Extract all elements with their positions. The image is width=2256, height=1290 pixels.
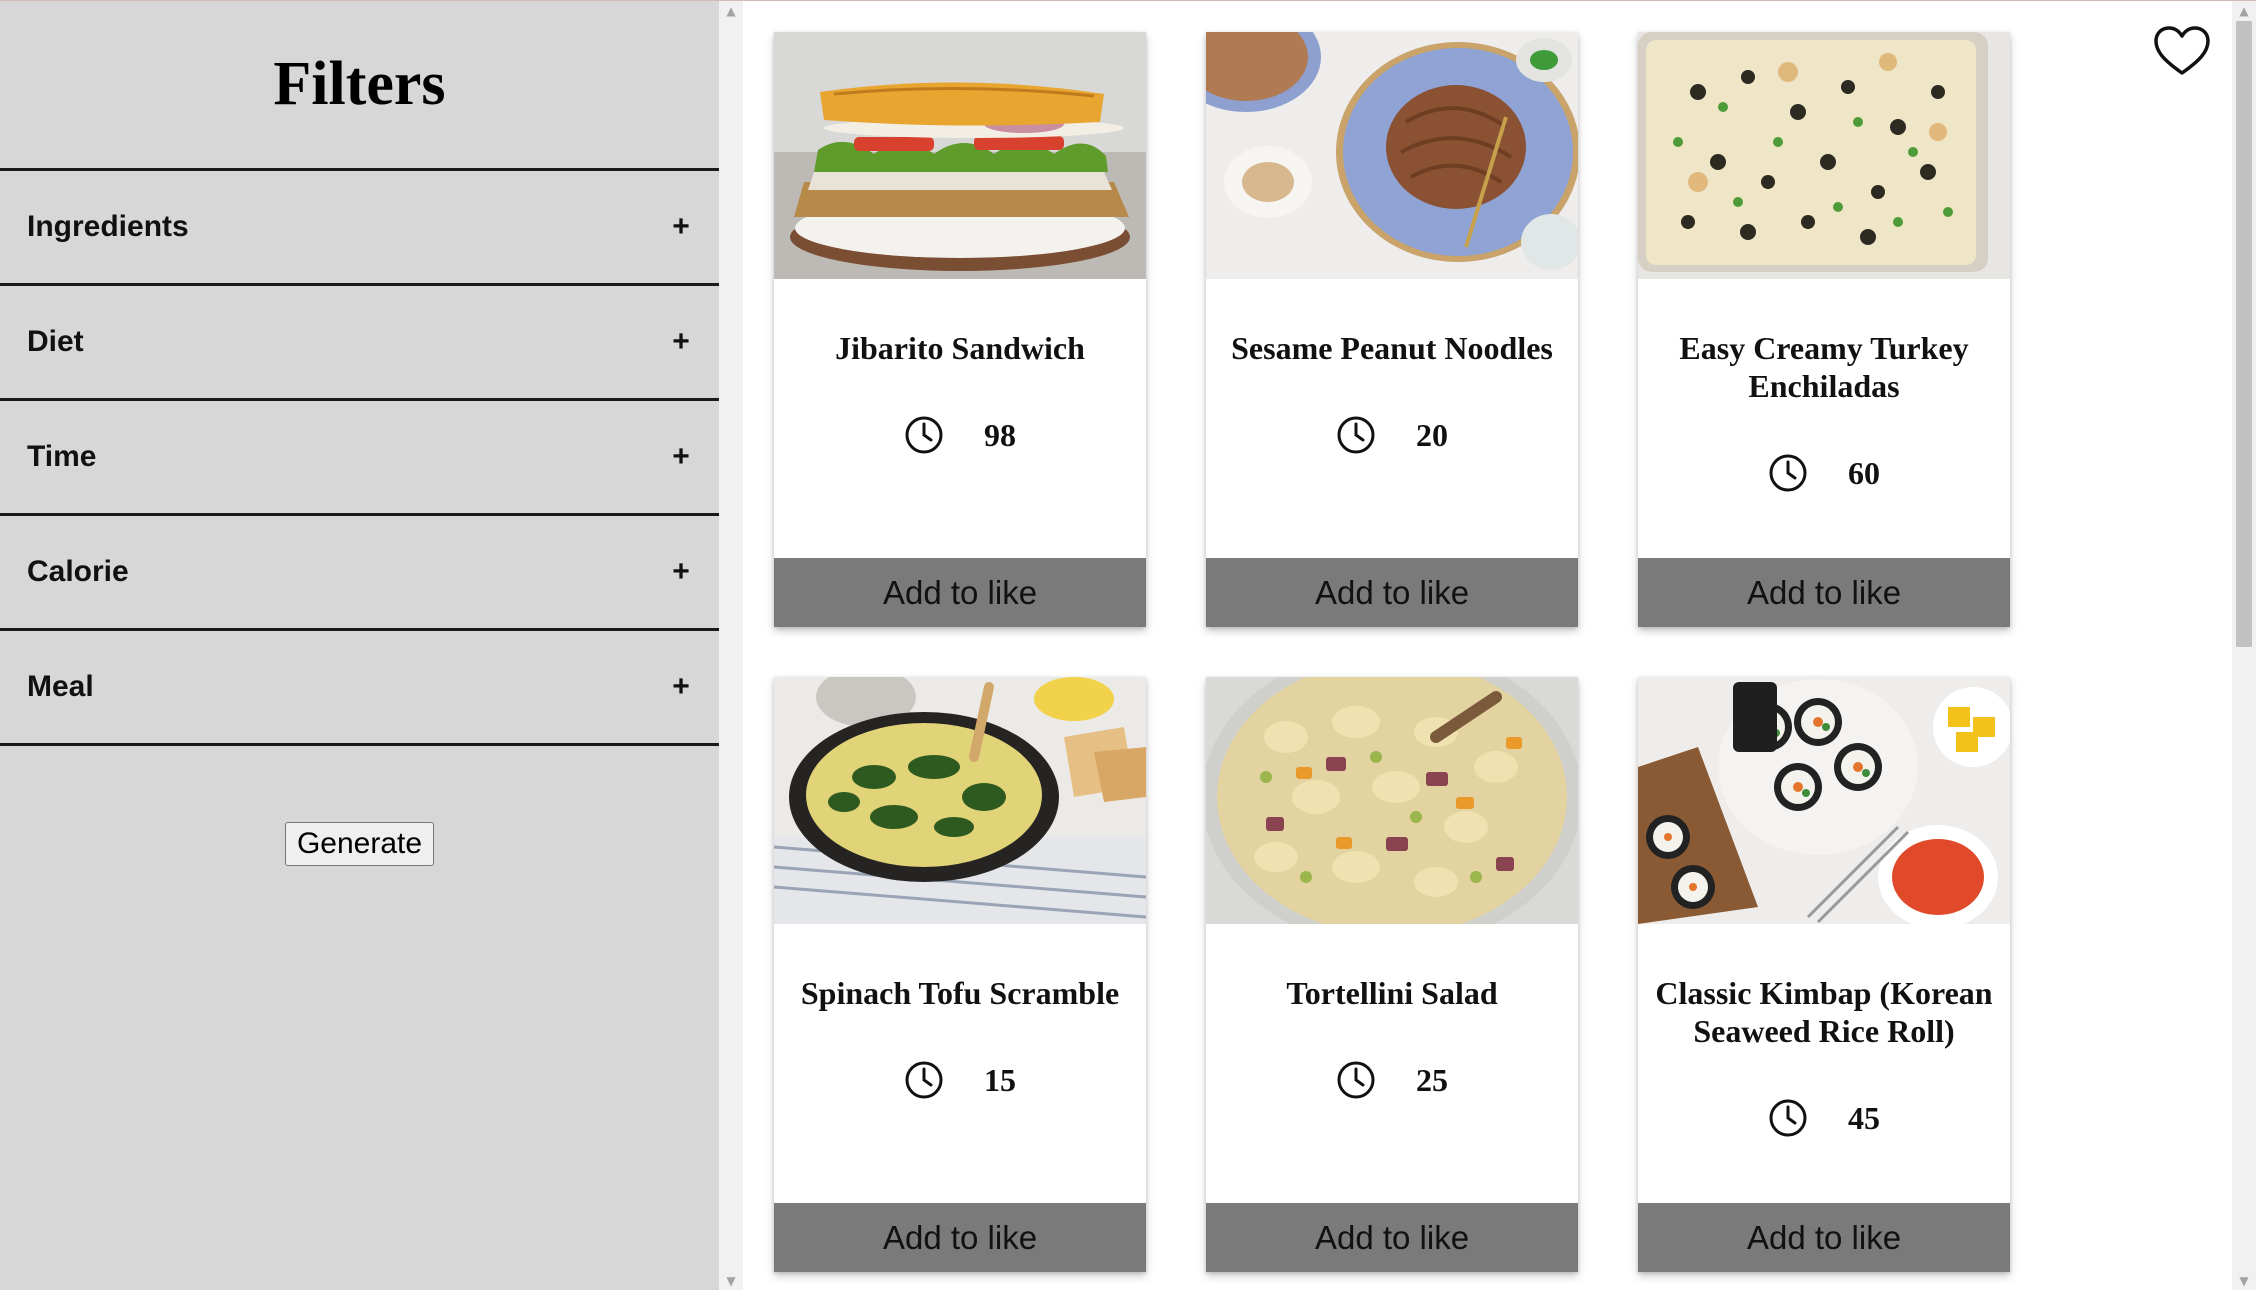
filter-label: Diet (27, 325, 84, 358)
recipe-image[interactable] (774, 677, 1146, 924)
filters-sidebar: Filters Ingredients + Diet + Time + Calo… (0, 1, 719, 1290)
recipe-card[interactable]: Tortellini Salad 25 Add to like (1206, 677, 1578, 1272)
time-value: 98 (984, 416, 1016, 453)
filter-calorie[interactable]: Calorie + (0, 516, 719, 631)
add-to-like-button[interactable]: Add to like (1206, 1203, 1578, 1272)
plus-icon[interactable]: + (669, 555, 693, 589)
recipe-image[interactable] (1638, 32, 2010, 279)
plus-icon[interactable]: + (669, 325, 693, 359)
filter-label: Time (27, 440, 97, 473)
recipe-time: 20 (1336, 415, 1448, 455)
sidebar-scrollbar[interactable]: ▲ ▼ (719, 1, 743, 1290)
recipe-image[interactable] (1206, 32, 1578, 279)
add-to-like-button[interactable]: Add to like (1638, 1203, 2010, 1272)
main-scrollbar[interactable]: ▲ ▼ (2232, 1, 2256, 1290)
generate-button[interactable]: Generate (284, 822, 435, 866)
time-value: 20 (1416, 416, 1448, 453)
filter-meal[interactable]: Meal + (0, 631, 719, 746)
clock-icon (905, 416, 943, 454)
card-body: Sesame Peanut Noodles 20 (1206, 279, 1578, 558)
recipe-title: Sesame Peanut Noodles (1231, 330, 1553, 366)
card-body: Jibarito Sandwich 98 (774, 279, 1146, 558)
add-to-like-button[interactable]: Add to like (774, 558, 1146, 627)
recipe-title: Tortellini Salad (1286, 975, 1498, 1011)
time-value: 25 (1416, 1061, 1448, 1098)
clock-icon (1769, 454, 1807, 492)
time-value: 60 (1848, 454, 1880, 491)
time-value: 45 (1848, 1099, 1880, 1136)
card-body: Classic Kimbap (Korean Seaweed Rice Roll… (1638, 924, 2010, 1203)
add-to-like-button[interactable]: Add to like (774, 1203, 1146, 1272)
recipe-card[interactable]: Easy Creamy Turkey Enchiladas 60 Add to … (1638, 32, 2010, 627)
generate-wrap: Generate (0, 822, 719, 866)
recipe-time: 60 (1768, 453, 1880, 493)
filter-label: Ingredients (27, 210, 189, 243)
recipe-title: Classic Kimbap (Korean Seaweed Rice Roll… (1655, 975, 1993, 1049)
card-body: Tortellini Salad 25 (1206, 924, 1578, 1203)
filter-label: Calorie (27, 555, 129, 588)
plus-icon[interactable]: + (669, 670, 693, 704)
plus-icon[interactable]: + (669, 440, 693, 474)
heart-outline-icon[interactable] (2153, 25, 2211, 77)
filter-label: Meal (27, 670, 94, 703)
clock-icon (1337, 1061, 1375, 1099)
scroll-down-arrow-icon[interactable]: ▼ (719, 1271, 743, 1290)
recipe-card[interactable]: Sesame Peanut Noodles 20 Add to like (1206, 32, 1578, 627)
recipe-card[interactable]: Spinach Tofu Scramble 15 Add to like (774, 677, 1146, 1272)
recipe-time: 15 (904, 1060, 1016, 1100)
recipe-image[interactable] (774, 32, 1146, 279)
scroll-up-arrow-icon[interactable]: ▲ (2232, 1, 2256, 21)
scroll-down-arrow-icon[interactable]: ▼ (2232, 1271, 2256, 1290)
add-to-like-button[interactable]: Add to like (1638, 558, 2010, 627)
plus-icon[interactable]: + (669, 210, 693, 244)
clock-icon (1337, 416, 1375, 454)
time-value: 15 (984, 1061, 1016, 1098)
recipe-title: Spinach Tofu Scramble (800, 975, 1120, 1011)
scroll-up-arrow-icon[interactable]: ▲ (719, 1, 743, 21)
recipe-app: Filters Ingredients + Diet + Time + Calo… (0, 0, 2256, 1290)
recipe-card[interactable]: Jibarito Sandwich 98 Add to like (774, 32, 1146, 627)
recipe-time: 45 (1768, 1098, 1880, 1138)
filter-time[interactable]: Time + (0, 401, 719, 516)
card-body: Spinach Tofu Scramble 15 (774, 924, 1146, 1203)
recipe-time: 98 (904, 415, 1016, 455)
recipe-title: Easy Creamy Turkey Enchiladas (1679, 330, 1969, 404)
filter-ingredients[interactable]: Ingredients + (0, 171, 719, 286)
recipe-image[interactable] (1206, 677, 1578, 924)
clock-icon (905, 1061, 943, 1099)
filters-title: Filters (0, 1, 719, 171)
recipe-card[interactable]: Classic Kimbap (Korean Seaweed Rice Roll… (1638, 677, 2010, 1272)
filter-diet[interactable]: Diet + (0, 286, 719, 401)
add-to-like-button[interactable]: Add to like (1206, 558, 1578, 627)
recipe-image[interactable] (1638, 677, 2010, 924)
recipe-time: 25 (1336, 1060, 1448, 1100)
recipe-title: Jibarito Sandwich (835, 330, 1085, 366)
scrollbar-thumb[interactable] (2236, 21, 2252, 647)
clock-icon (1769, 1099, 1807, 1137)
recipe-grid: Jibarito Sandwich 98 Add to like Sesame … (743, 1, 2232, 1290)
card-body: Easy Creamy Turkey Enchiladas 60 (1638, 279, 2010, 558)
